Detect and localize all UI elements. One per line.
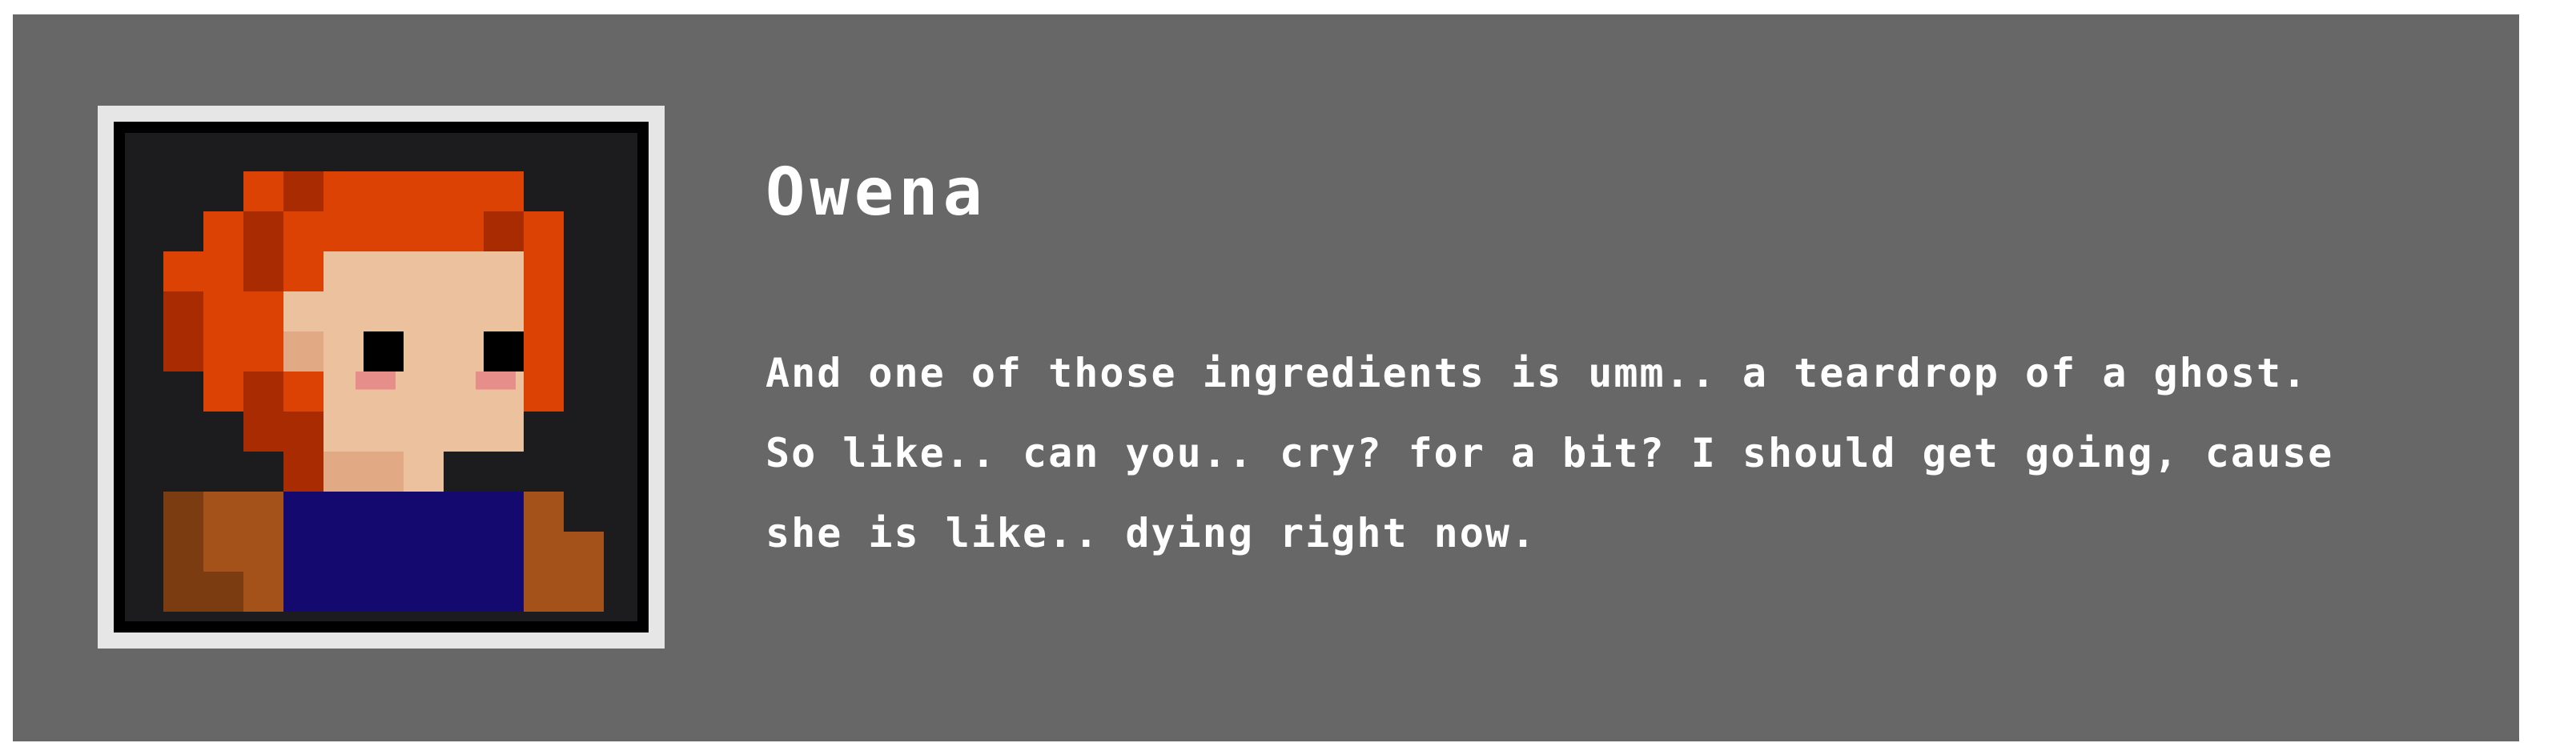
dialog-line-1: And one of those ingredients is umm.. a … [766, 350, 2309, 396]
portrait-pixel-art [163, 171, 604, 612]
character-portrait [125, 133, 637, 621]
dialog-text: And one of those ingredients is umm.. a … [766, 333, 2463, 573]
neck-shadow [324, 452, 404, 492]
dialog-box[interactable]: Owena And one of those ingredients is um… [13, 14, 2519, 741]
dialog-line-2: So like.. can you.. cry? for a bit? I sh… [766, 430, 2334, 476]
character-portrait-frame [98, 106, 665, 649]
jacket-right [564, 532, 604, 612]
shirt [283, 492, 524, 612]
hair-shadow [243, 371, 283, 452]
portrait-border [114, 122, 649, 633]
hair-shadow [243, 211, 283, 291]
jacket-shadow [163, 492, 203, 612]
face [283, 291, 324, 331]
left-eye [364, 331, 404, 371]
right-eye [484, 331, 524, 371]
hair-shadow [163, 291, 203, 371]
right-blush [476, 371, 516, 390]
hair-shadow [484, 211, 524, 251]
face-shadow [283, 331, 324, 371]
jacket-shadow [203, 572, 243, 612]
hair-shadow [283, 171, 324, 211]
hair-shadow [283, 412, 324, 492]
speaker-name: Owena [766, 155, 987, 231]
jacket-right [524, 492, 564, 612]
dialog-line-3: she is like.. dying right now. [766, 510, 1537, 556]
left-blush [356, 371, 396, 390]
